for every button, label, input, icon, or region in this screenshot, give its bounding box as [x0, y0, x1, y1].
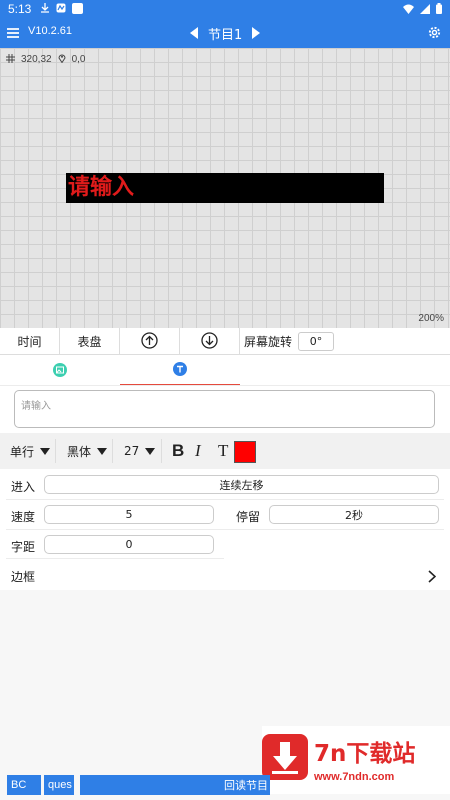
watermark-url: www.7ndn.com — [314, 771, 395, 783]
status-bar: 5:13 — [0, 0, 450, 18]
text-icon — [173, 361, 187, 380]
row-divider — [6, 499, 444, 500]
grid-icon — [6, 53, 15, 66]
italic-button[interactable]: I — [195, 441, 201, 461]
read-back-program-button[interactable]: 回读节目 — [80, 775, 270, 795]
arrow-up-icon — [141, 331, 158, 352]
spacing-label: 字距 — [11, 540, 36, 554]
menu-icon[interactable] — [6, 25, 20, 39]
chevron-right-icon — [428, 568, 437, 587]
app-version: V10.2.61 — [28, 25, 73, 37]
stay-label: 停留 — [236, 510, 261, 524]
canvas-coordinates: 320,32 0,0 — [6, 53, 86, 66]
program-title: 节目1 — [208, 28, 243, 43]
move-down-button[interactable] — [180, 328, 240, 355]
settings-icon[interactable] — [427, 25, 442, 44]
font-value: 黑体 — [67, 444, 92, 459]
enter-label: 进入 — [11, 480, 36, 494]
stay-input[interactable]: 2秒 — [269, 505, 439, 524]
led-canvas[interactable]: 320,32 0,0 请输入 200% — [0, 48, 450, 328]
row-divider — [6, 529, 444, 530]
chevron-down-icon — [40, 444, 51, 458]
chevron-down-icon — [145, 444, 156, 458]
element-toolbar: 时间 表盘 屏幕旋转 0° — [0, 328, 450, 355]
move-up-button[interactable] — [120, 328, 180, 355]
download-icon — [40, 3, 50, 13]
rotation-input[interactable]: 0° — [298, 332, 334, 351]
square-icon — [72, 3, 83, 14]
font-size-select[interactable]: 27 — [114, 439, 162, 463]
speed-label: 速度 — [11, 510, 36, 524]
chevron-down-icon — [97, 444, 108, 458]
border-row[interactable]: 边框 — [0, 561, 450, 589]
speed-input[interactable]: 5 — [44, 505, 214, 524]
tab-image[interactable] — [0, 356, 120, 386]
tabs-divider — [0, 385, 450, 386]
line-mode-value: 单行 — [10, 444, 35, 459]
dial-label: 表盘 — [77, 335, 102, 349]
read-back-label: 回读节目 — [224, 780, 268, 792]
line-mode-select[interactable]: 单行 — [0, 439, 56, 463]
content-text-input[interactable]: 请输入 — [14, 390, 435, 428]
screen-rotation-label-cell: 屏幕旋转 — [240, 328, 296, 355]
tab-text[interactable] — [120, 356, 240, 386]
screen-rotation-label: 屏幕旋转 — [243, 335, 292, 349]
time-button[interactable]: 时间 — [0, 328, 60, 355]
zoom-level: 200% — [418, 313, 444, 324]
app-bar: V10.2.61 节目1 — [0, 18, 450, 48]
wifi-icon — [403, 4, 414, 17]
bottom-action-bar: BC ques 回读节目 — [0, 775, 270, 795]
dial-button[interactable]: 表盘 — [60, 328, 120, 355]
led-screen[interactable]: 请输入 — [66, 173, 384, 203]
time-label: 时间 — [17, 335, 42, 349]
battery-icon — [436, 3, 442, 17]
bc-button[interactable]: BC — [7, 775, 41, 795]
download-logo-icon — [262, 734, 308, 780]
notification-icon — [56, 3, 66, 13]
format-row: 单行 黑体 27 B I T — [0, 433, 450, 469]
prev-icon[interactable] — [188, 25, 200, 44]
image-icon — [53, 362, 67, 381]
row-divider — [6, 558, 224, 559]
text-style-button[interactable]: T — [218, 441, 228, 461]
border-label: 边框 — [11, 570, 36, 584]
bold-button[interactable]: B — [172, 441, 184, 461]
font-select[interactable]: 黑体 — [57, 439, 113, 463]
text-color-swatch[interactable] — [234, 441, 256, 463]
bc-label: BC — [11, 779, 27, 791]
watermark: 7n下载站 www.7ndn.com — [262, 726, 450, 794]
ques-label: ques — [48, 779, 72, 791]
watermark-brand: 7n下载站 — [314, 741, 416, 767]
position-readout: 0,0 — [71, 54, 86, 65]
signal-icon — [420, 3, 430, 17]
font-size-value: 27 — [124, 444, 140, 458]
enter-effect-select[interactable]: 连续左移 — [44, 475, 439, 494]
size-readout: 320,32 — [21, 54, 52, 65]
spacing-input[interactable]: 0 — [44, 535, 214, 554]
location-icon — [58, 53, 66, 66]
led-text: 请输入 — [68, 175, 135, 200]
status-time: 5:13 — [8, 2, 32, 16]
arrow-down-icon — [201, 331, 218, 352]
editor-tabs — [0, 356, 450, 386]
ques-button[interactable]: ques — [44, 775, 74, 795]
next-icon[interactable] — [250, 25, 262, 44]
